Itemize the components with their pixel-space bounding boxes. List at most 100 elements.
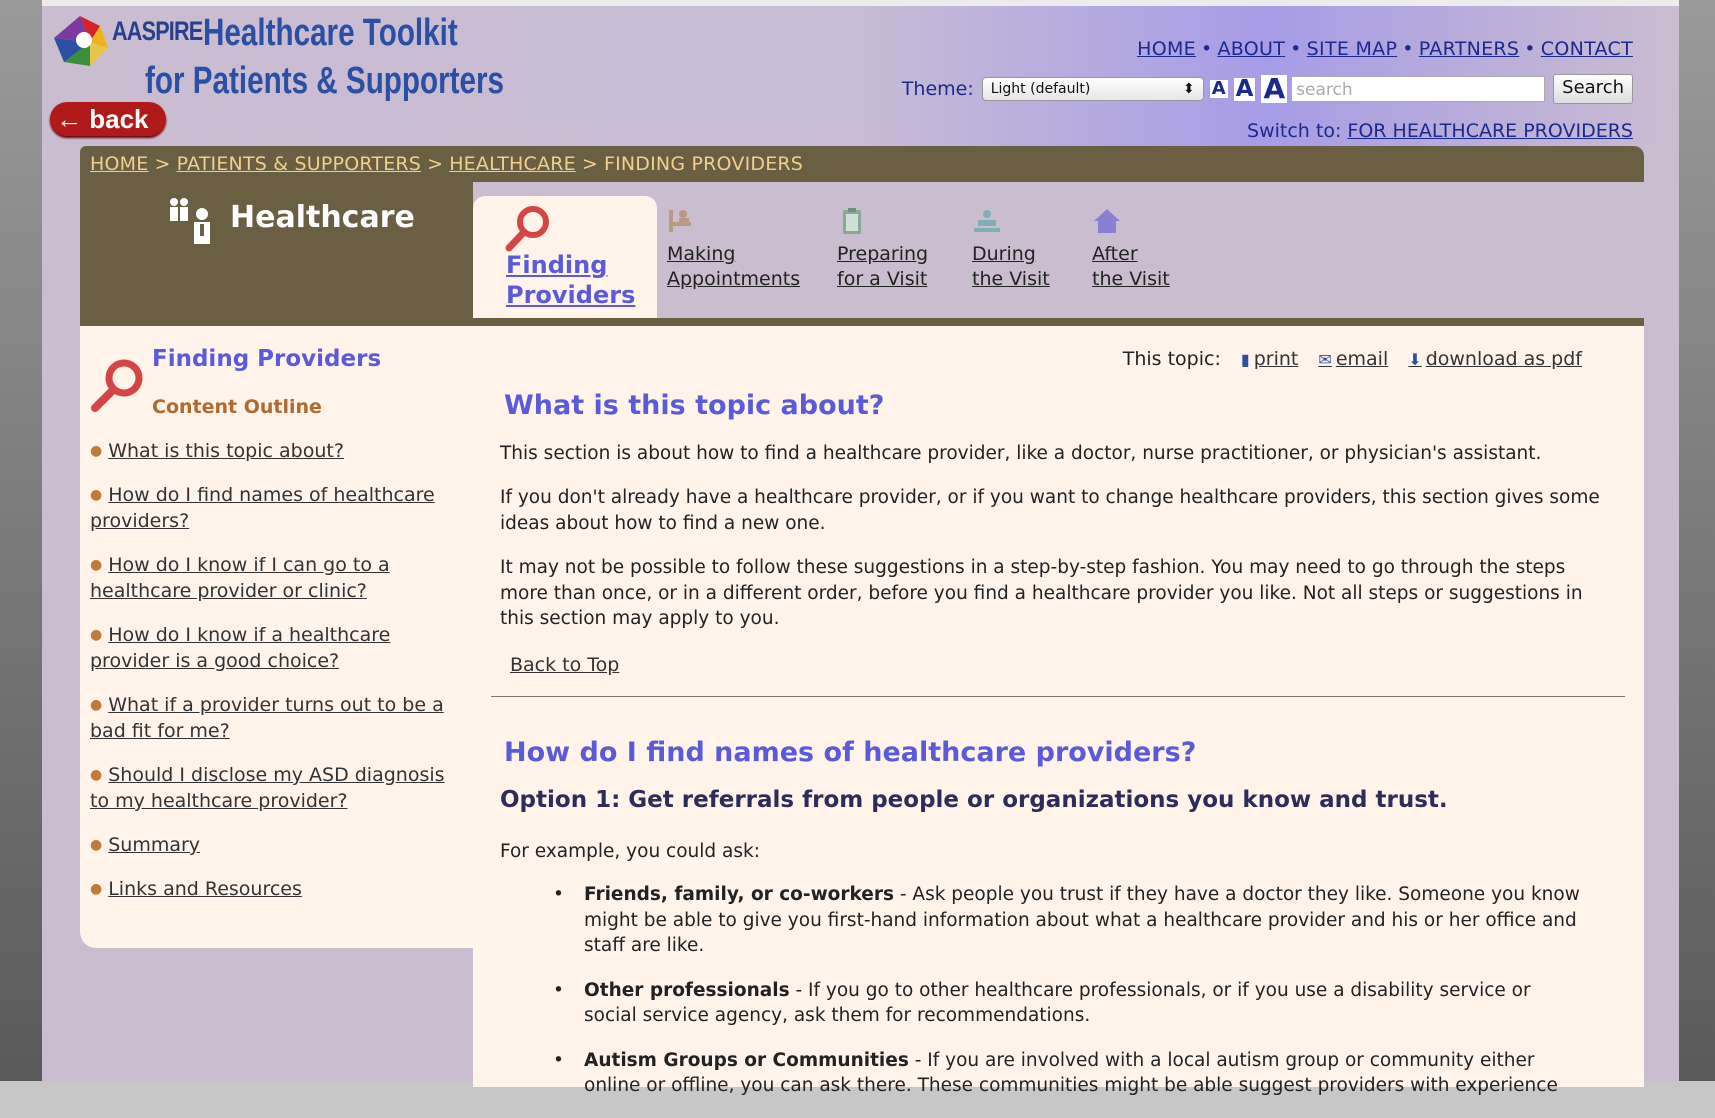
appointment-icon [669, 210, 691, 232]
bullet-icon: ● [90, 767, 103, 783]
aaspire-logo-icon [54, 16, 108, 66]
email-link[interactable]: ✉ email [1318, 348, 1388, 370]
tab-label-line2: the Visit [972, 268, 1050, 290]
left-frame [0, 0, 42, 1081]
paragraph: For example, you could ask: [500, 841, 760, 862]
list-item: ● What is this topic about? [90, 438, 450, 464]
breadcrumb-patients[interactable]: PATIENTS & SUPPORTERS [177, 153, 421, 175]
document-icon: ▮ [1240, 350, 1250, 369]
breadcrumb-separator: > [427, 153, 444, 175]
list-item: • Other professionals - If you go to othe… [553, 978, 1583, 1029]
outline-link[interactable]: Should I disclose my ASD diagnosis to my… [90, 764, 445, 812]
list-item: ● Links and Resources [90, 876, 450, 902]
list-item: ● How do I know if I can go to a healthca… [90, 552, 450, 604]
paragraph: It may not be possible to follow these s… [500, 557, 1583, 629]
bullet-icon: ● [90, 557, 103, 573]
magnifier-icon [505, 206, 549, 252]
tab-making-appointments[interactable]: Making Appointments [667, 206, 800, 292]
list-item: ● How do I find names of healthcare provi… [90, 482, 450, 534]
bullet-icon: ● [90, 487, 103, 503]
outline-link[interactable]: How do I know if I can go to a healthcar… [90, 554, 390, 602]
nav-separator: • [1402, 38, 1414, 60]
tab-label: Preparing for a Visit [837, 242, 928, 292]
list-item-title: Friends, family, or co-workers [584, 884, 894, 905]
outline-link[interactable]: How do I know if a healthcare provider i… [90, 624, 390, 672]
font-size-medium-button[interactable]: A [1233, 77, 1256, 101]
content-outline-sidebar: Finding Providers Content Outline ● What … [80, 318, 473, 948]
nav-home[interactable]: HOME [1137, 38, 1196, 60]
nav-partners[interactable]: PARTNERS [1419, 38, 1520, 60]
email-label: email [1335, 348, 1389, 370]
tab-finding-providers[interactable]: Finding Providers [473, 196, 657, 318]
tab-label: During the Visit [972, 242, 1050, 292]
outline-link[interactable]: What is this topic about? [108, 440, 344, 462]
font-size-large-button[interactable]: A [1261, 75, 1288, 103]
breadcrumb-healthcare[interactable]: HEALTHCARE [449, 153, 576, 175]
bullet-icon: ● [90, 443, 103, 459]
main-content: This topic: ▮ print ✉ email ⬇ download as p… [473, 318, 1644, 1096]
section-title: Healthcare [230, 200, 415, 235]
breadcrumb-current: FINDING PROVIDERS [603, 153, 804, 175]
breadcrumb-separator: > [581, 153, 598, 175]
bullet-icon: ● [90, 627, 103, 643]
sidebar-heading: Finding Providers [152, 346, 382, 372]
tab-label-line1: During [972, 243, 1036, 265]
font-size-small-button[interactable]: A [1209, 80, 1228, 98]
list-item: • Autism Groups or Communities - If you a… [553, 1048, 1583, 1099]
nav-separator: • [1290, 38, 1302, 60]
heading-what-is-topic: What is this topic about? [504, 390, 885, 421]
sidebar-subheading: Content Outline [152, 396, 322, 418]
nav-contact[interactable]: CONTACT [1541, 38, 1633, 60]
print-link[interactable]: ▮ print [1241, 348, 1298, 370]
list-item: ● Should I disclose my ASD diagnosis to m… [90, 762, 450, 814]
download-icon: ⬇ [1408, 350, 1422, 369]
theme-label: Theme: [901, 78, 974, 100]
site-logo[interactable]: AASPIRE Healthcare Toolkit for Patients … [50, 8, 504, 104]
tab-label: Making Appointments [667, 242, 800, 292]
breadcrumb-bar: HOME > PATIENTS & SUPPORTERS > HEALTHCARE > FI… [80, 146, 1644, 182]
tab-label: After the Visit [1092, 242, 1170, 292]
tab-label-line2: Providers [506, 281, 636, 309]
search-button[interactable]: Search [1553, 74, 1633, 104]
tab-label-line2: for a Visit [837, 268, 928, 290]
heading-find-names: How do I find names of healthcare provid… [504, 737, 1197, 768]
logo-aaspire-text: AASPIRE [112, 16, 203, 46]
breadcrumb-home[interactable]: HOME [90, 153, 148, 175]
heading-option-1: Option 1: Get referrals from people or o… [500, 787, 1448, 813]
download-pdf-link[interactable]: ⬇ download as pdf [1408, 348, 1582, 370]
tab-label-line1: Making [667, 243, 736, 265]
search-input[interactable]: search [1291, 76, 1546, 102]
envelope-icon: ✉ [1318, 350, 1332, 369]
tab-label-line2: Appointments [667, 268, 801, 290]
tab-label-line1: After [1092, 243, 1138, 265]
tab-preparing-for-visit[interactable]: Preparing for a Visit [837, 206, 928, 292]
tab-label-line2: the Visit [1092, 268, 1170, 290]
logo-title-line2: for Patients & Supporters [145, 60, 505, 102]
right-frame [1679, 0, 1715, 1081]
divider [491, 696, 1625, 697]
outline-link[interactable]: What if a provider turns out to be a bad… [90, 694, 444, 742]
theme-row: Theme: Light (default) ⬍ A A A search Se… [902, 74, 1633, 104]
back-to-top-link[interactable]: Back to Top [510, 654, 619, 676]
bullet-icon: • [553, 1049, 564, 1071]
bullet-icon: • [553, 979, 564, 1001]
back-button[interactable]: ← back [50, 102, 166, 136]
switch-label: Switch to: [1247, 120, 1342, 142]
outline-link[interactable]: How do I find names of healthcare provid… [90, 484, 435, 532]
breadcrumb: HOME > PATIENTS & SUPPORTERS > HEALTHCARE > FI… [90, 153, 803, 175]
list-item: ● How do I know if a healthcare provider … [90, 622, 450, 674]
tab-during-visit[interactable]: During the Visit [972, 206, 1050, 292]
paragraph: If you don't already have a healthcare p… [500, 487, 1600, 534]
theme-select[interactable]: Light (default) ⬍ [981, 77, 1204, 101]
nav-about[interactable]: ABOUT [1217, 38, 1285, 60]
switch-providers-link[interactable]: FOR HEALTHCARE PROVIDERS [1347, 120, 1633, 142]
paragraph: This section is about how to find a heal… [500, 443, 1542, 464]
tab-finding-providers-label: Finding Providers [506, 250, 635, 310]
bullet-icon: ● [90, 837, 103, 853]
outline-link[interactable]: Summary [108, 834, 200, 856]
outline-link[interactable]: Links and Resources [108, 878, 302, 900]
nav-site-map[interactable]: SITE MAP [1307, 38, 1398, 60]
bullet-icon: • [553, 884, 564, 905]
tab-after-visit[interactable]: After the Visit [1092, 206, 1170, 292]
list-item: ● Summary [90, 832, 450, 858]
